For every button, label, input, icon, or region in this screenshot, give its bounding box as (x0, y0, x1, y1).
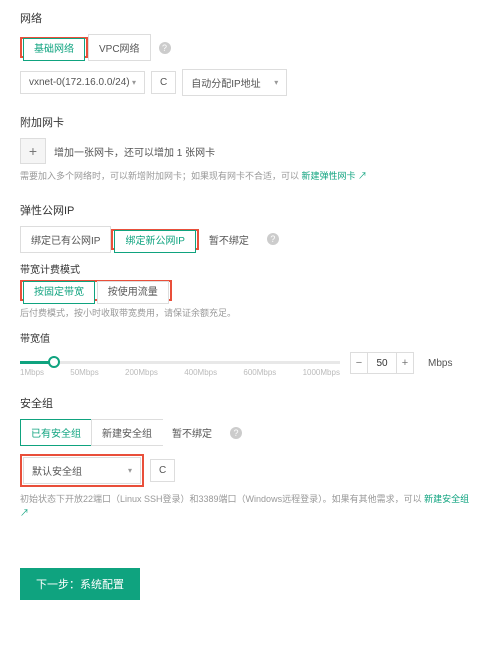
tick: 400Mbps (184, 368, 217, 377)
tick: 200Mbps (125, 368, 158, 377)
chevron-down-icon: ▾ (132, 78, 136, 87)
slider-ticks: 1Mbps 50Mbps 200Mbps 400Mbps 600Mbps 100… (20, 368, 340, 377)
nic-title: 附加网卡 (20, 114, 480, 130)
create-nic-link[interactable]: 新建弹性网卡 ↗ (302, 171, 368, 181)
refresh-button[interactable]: C (150, 459, 175, 482)
bandwidth-stepper: − 50 + (350, 352, 414, 374)
highlight-network-basic: 基础网络 (20, 37, 88, 58)
ip-mode-select[interactable]: 自动分配IP地址 ▾ (182, 69, 287, 96)
add-nic-button[interactable]: + (20, 138, 46, 164)
tick: 50Mbps (70, 368, 98, 377)
ip-mode-value: 自动分配IP地址 (191, 75, 260, 90)
bandwidth-unit: Mbps (428, 358, 452, 369)
sg-note-text: 初始状态下开放22端口（Linux SSH登录）和3389端口（Windows远… (20, 494, 424, 504)
chevron-down-icon: ▾ (128, 466, 132, 475)
chevron-down-icon: ▾ (274, 78, 278, 87)
external-icon: ↗ (358, 171, 367, 181)
highlight-sg-select: 默认安全组 ▾ (20, 454, 144, 487)
sg-select-value: 默认安全组 (32, 463, 82, 478)
bandwidth-slider-handle[interactable] (48, 356, 60, 368)
tick: 1Mbps (20, 368, 44, 377)
add-nic-text: 增加一张网卡，还可以增加 1 张网卡 (54, 144, 215, 159)
tab-billing-traffic[interactable]: 按使用流量 (97, 281, 169, 304)
tab-eip-new[interactable]: 绑定新公网IP (114, 230, 195, 253)
tab-network-vpc[interactable]: VPC网络 (88, 34, 151, 61)
subnet-select-value: vxnet-0(172.16.0.0/24) (29, 77, 130, 88)
help-icon[interactable]: ? (267, 233, 279, 245)
tick: 1000Mbps (303, 368, 340, 377)
billing-note: 后付费模式，按小时收取带宽费用，请保证余额充足。 (20, 307, 480, 321)
eip-title: 弹性公网IP (20, 202, 480, 218)
tab-billing-fixed[interactable]: 按固定带宽 (23, 281, 95, 304)
help-icon[interactable]: ? (230, 427, 242, 439)
highlight-billing: 按固定带宽 按使用流量 (20, 280, 172, 301)
sg-select[interactable]: 默认安全组 ▾ (23, 457, 141, 484)
stepper-value[interactable]: 50 (368, 352, 396, 374)
external-icon: ↗ (20, 508, 29, 518)
nic-note-text: 需要加入多个网络时，可以新增附加网卡；如果现有网卡不合适，可以 (20, 171, 302, 181)
highlight-eip-new: 绑定新公网IP (111, 229, 198, 250)
tab-sg-none[interactable]: 暂不绑定 (162, 420, 222, 445)
tab-network-basic[interactable]: 基础网络 (23, 38, 85, 61)
nic-note: 需要加入多个网络时，可以新增附加网卡；如果现有网卡不合适，可以 新建弹性网卡 ↗ (20, 170, 480, 184)
sg-title: 安全组 (20, 395, 480, 411)
tab-eip-existing[interactable]: 绑定已有公网IP (20, 226, 111, 253)
help-icon[interactable]: ? (159, 42, 171, 54)
link-text: 新建弹性网卡 (302, 171, 356, 181)
billing-mode-label: 带宽计费模式 (20, 261, 480, 276)
network-title: 网络 (20, 10, 480, 26)
tick: 600Mbps (243, 368, 276, 377)
subnet-select[interactable]: vxnet-0(172.16.0.0/24) ▾ (20, 71, 145, 94)
bandwidth-label: 带宽值 (20, 330, 480, 345)
tab-eip-none[interactable]: 暂不绑定 (199, 227, 259, 252)
next-step-button[interactable]: 下一步：系统配置 (20, 568, 140, 600)
refresh-button[interactable]: C (151, 71, 176, 94)
link-text: 新建安全组 (424, 494, 469, 504)
stepper-minus[interactable]: − (350, 352, 368, 374)
sg-note: 初始状态下开放22端口（Linux SSH登录）和3389端口（Windows远… (20, 493, 480, 520)
tab-sg-existing[interactable]: 已有安全组 (20, 419, 92, 446)
tab-sg-new[interactable]: 新建安全组 (91, 419, 163, 446)
bandwidth-slider-track[interactable] (20, 361, 340, 364)
stepper-plus[interactable]: + (396, 352, 414, 374)
